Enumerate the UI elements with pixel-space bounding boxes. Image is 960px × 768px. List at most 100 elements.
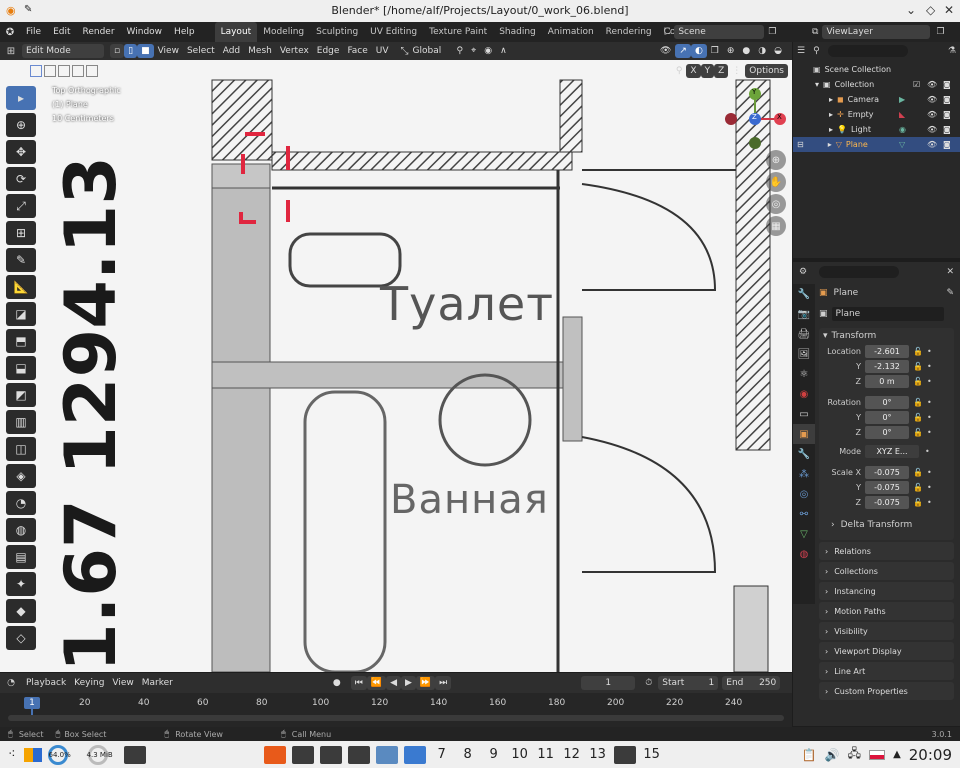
menu-edit[interactable]: Edit bbox=[47, 22, 76, 42]
measure-tool[interactable]: 📐 bbox=[6, 275, 36, 299]
desktop-8[interactable]: 8 bbox=[455, 747, 481, 762]
jump-start-icon[interactable]: ⏮ bbox=[350, 676, 367, 690]
rip-tool[interactable]: ◇ bbox=[6, 626, 36, 650]
shear-tool[interactable]: ◆ bbox=[6, 599, 36, 623]
keyframe-icon[interactable]: • bbox=[927, 483, 932, 492]
edge-select-icon[interactable]: ▯ bbox=[124, 44, 138, 58]
view-layer-props-icon[interactable]: 🖼 bbox=[793, 344, 815, 364]
outliner-item-empty[interactable]: ▸ ✛ Empty ◣ 👁 ◙ bbox=[793, 107, 960, 122]
rotate-tool[interactable]: ⟳ bbox=[6, 167, 36, 191]
menu-uv[interactable]: UV bbox=[372, 44, 393, 58]
tab-texture-paint[interactable]: Texture Paint bbox=[423, 22, 493, 42]
lock-icon[interactable]: 🔓 bbox=[913, 377, 923, 386]
app-menu-icon[interactable]: ⁖ bbox=[8, 747, 16, 762]
camera-render-icon[interactable]: ◙ bbox=[943, 95, 951, 104]
mirror-z[interactable]: Z bbox=[714, 64, 729, 78]
select-extend-icon[interactable] bbox=[44, 65, 56, 77]
outliner-item-plane[interactable]: ⊟ ▸ ▽ Plane ▽ 👁 ◙ bbox=[793, 137, 960, 152]
outliner-scene-collection[interactable]: ▣ Scene Collection bbox=[793, 62, 960, 77]
grid-view-icon[interactable]: ▦ bbox=[766, 216, 786, 236]
visibility-icon[interactable]: 👁 bbox=[656, 44, 675, 58]
scale-y-field[interactable]: -0.075 bbox=[865, 481, 909, 494]
shrink-fatten-tool[interactable]: ✦ bbox=[6, 572, 36, 596]
menu-help[interactable]: Help bbox=[168, 22, 201, 42]
timeline-scrollbar[interactable] bbox=[8, 715, 784, 721]
firefox-app-icon[interactable] bbox=[263, 745, 286, 764]
select-intersect-icon[interactable] bbox=[86, 65, 98, 77]
expand-icon[interactable]: ▸ bbox=[829, 125, 833, 134]
maximize-icon[interactable]: ◇ bbox=[926, 3, 935, 17]
expand-icon[interactable]: › bbox=[825, 547, 828, 556]
lock-icon[interactable]: 🔓 bbox=[913, 413, 923, 422]
location-x-field[interactable]: -2.601 bbox=[865, 345, 909, 358]
snap-icon[interactable]: ⌖ bbox=[467, 44, 480, 58]
location-z-field[interactable]: 0 m bbox=[865, 375, 909, 388]
blender-menu-icon[interactable]: ✪ bbox=[0, 27, 20, 38]
editor-type-icon[interactable]: ⊞ bbox=[0, 46, 22, 57]
menu-window[interactable]: Window bbox=[121, 22, 169, 42]
navigation-gizmo[interactable]: Y X Z bbox=[722, 86, 788, 152]
jump-end-icon[interactable]: ⏭ bbox=[435, 676, 452, 690]
panel-collections[interactable]: › Collections bbox=[819, 562, 954, 580]
object-props-icon[interactable]: ▣ bbox=[793, 424, 815, 444]
camera-view-icon[interactable]: ◎ bbox=[766, 194, 786, 214]
move-tool[interactable]: ✥ bbox=[6, 140, 36, 164]
rotation-x-field[interactable]: 0° bbox=[865, 396, 909, 409]
lock-icon[interactable]: 🔓 bbox=[913, 362, 923, 371]
panel-visibility[interactable]: › Visibility bbox=[819, 622, 954, 640]
desktop-14-icon[interactable] bbox=[613, 745, 636, 764]
camera-render-icon[interactable]: ◙ bbox=[943, 125, 951, 134]
eye-icon[interactable]: 👁 bbox=[927, 80, 937, 89]
files-app-icon[interactable] bbox=[375, 745, 398, 764]
panel-viewport-display[interactable]: › Viewport Display bbox=[819, 642, 954, 660]
panel-line-art[interactable]: › Line Art bbox=[819, 662, 954, 680]
lock-icon[interactable]: 🔓 bbox=[913, 428, 923, 437]
data-props-icon[interactable]: ▽ bbox=[793, 524, 815, 544]
camera-render-icon[interactable]: ◙ bbox=[943, 80, 951, 89]
tab-animation[interactable]: Animation bbox=[542, 22, 600, 42]
face-select-icon[interactable]: ■ bbox=[137, 44, 154, 58]
menu-render[interactable]: Render bbox=[77, 22, 121, 42]
desktop-7[interactable]: 7 bbox=[429, 747, 455, 762]
timeline-area[interactable]: 1 20 40 60 80 100 120 140 160 180 200 22… bbox=[0, 693, 792, 727]
menu-file[interactable]: File bbox=[20, 22, 47, 42]
start-frame-field[interactable]: Start 1 bbox=[658, 676, 719, 690]
keyframe-icon[interactable]: • bbox=[927, 498, 932, 507]
extrude-tool[interactable]: ⬒ bbox=[6, 329, 36, 353]
3d-viewport[interactable]: Туалет Ванная 1.67 1294.13 Top Orthograp… bbox=[0, 42, 792, 672]
pin-props-icon[interactable]: ✕ bbox=[946, 267, 954, 277]
app-window-icon[interactable] bbox=[291, 745, 314, 764]
desktop-11[interactable]: 11 bbox=[533, 747, 559, 762]
outliner-filter-icon[interactable]: ⚗ bbox=[948, 46, 956, 56]
keying-menu[interactable]: Keying bbox=[70, 676, 108, 690]
timeline-view-menu[interactable]: View bbox=[108, 676, 137, 690]
transform-tool[interactable]: ⊞ bbox=[6, 221, 36, 245]
gizmo-toggle-icon[interactable]: ↗ bbox=[675, 44, 691, 58]
prev-key-icon[interactable]: ⏪ bbox=[366, 676, 387, 690]
expand-icon[interactable]: › bbox=[825, 667, 828, 676]
world-props-icon[interactable]: ◉ bbox=[793, 384, 815, 404]
lock-icon[interactable]: 🔓 bbox=[913, 398, 923, 407]
loop-cut-tool[interactable]: ▥ bbox=[6, 410, 36, 434]
object-name-field[interactable]: Plane bbox=[831, 307, 944, 321]
keyframe-icon[interactable]: • bbox=[927, 377, 932, 386]
location-y-field[interactable]: -2.132 bbox=[865, 360, 909, 373]
proportional-edit-icon[interactable]: ◉ bbox=[480, 44, 496, 58]
overlay-toggle-icon[interactable]: ◐ bbox=[690, 44, 707, 58]
clipboard-icon[interactable]: 📋 bbox=[802, 748, 817, 762]
record-icon[interactable]: ● bbox=[329, 676, 345, 690]
menu-vertex[interactable]: Vertex bbox=[276, 44, 313, 58]
rendered-shading-icon[interactable]: ◒ bbox=[770, 44, 786, 58]
menu-add[interactable]: Add bbox=[219, 44, 244, 58]
modifier-props-icon[interactable]: 🔧 bbox=[793, 444, 815, 464]
bevel-tool[interactable]: ◩ bbox=[6, 383, 36, 407]
terminal-app-icon[interactable] bbox=[123, 745, 146, 764]
keyframe-icon[interactable]: • bbox=[927, 362, 932, 371]
app-window-icon[interactable] bbox=[347, 745, 370, 764]
smooth-tool[interactable]: ◍ bbox=[6, 518, 36, 542]
tab-uv-editing[interactable]: UV Editing bbox=[364, 22, 423, 42]
tab-layout[interactable]: Layout bbox=[214, 22, 258, 42]
edit-mode-icon[interactable]: ⊟ bbox=[797, 140, 804, 149]
select-new-icon[interactable] bbox=[30, 65, 42, 77]
outliner-type-icon[interactable]: ☰ bbox=[797, 46, 805, 56]
